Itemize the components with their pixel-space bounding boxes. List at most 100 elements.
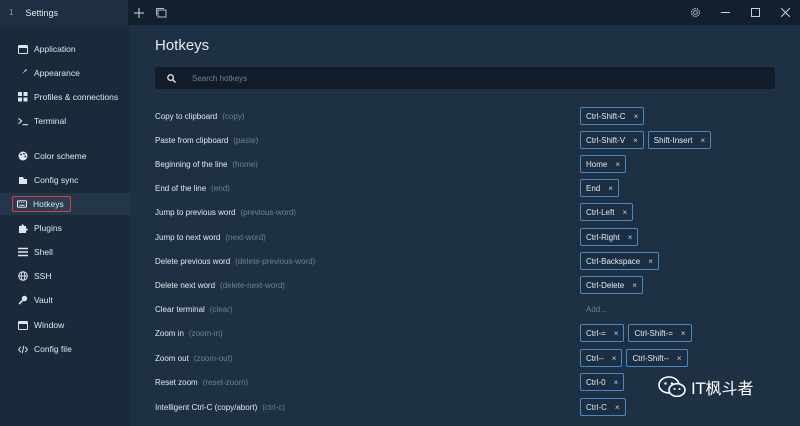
tab-title: Settings [25,7,58,18]
hotkey-bindings: Ctrl-C × [580,397,626,417]
title-bar: 1 Settings [0,0,800,25]
remove-icon[interactable]: × [614,378,619,387]
hotkey-chip[interactable]: Ctrl-Delete × [580,276,643,294]
hotkey-chip[interactable]: Ctrl-- × [580,349,623,367]
hotkey-chip[interactable]: Ctrl-Shift-- × [626,349,688,367]
remove-icon[interactable]: × [615,160,620,169]
keyboard-icon [17,199,27,209]
hotkey-id: (reset-zoom) [202,377,249,387]
settings-sidebar: Application Appearance Profiles & connec… [0,25,130,426]
hotkey-id: (previous-word) [240,207,297,217]
sidebar-item-label: Config file [34,344,72,354]
hotkeys-panel: Hotkeys Copy to clipboard (copy) Ctrl-Sh… [130,25,800,426]
remove-icon[interactable]: × [628,233,633,242]
add-hotkey-button[interactable]: Add... [580,305,607,314]
chip-label: Ctrl-Shift-V [586,135,626,145]
hotkey-bindings: Add... [580,299,607,319]
remove-icon[interactable]: × [681,329,686,338]
sidebar-item-terminal[interactable]: Terminal [0,110,130,132]
search-bar[interactable] [155,67,775,89]
hotkey-chip[interactable]: Ctrl-Shift-C × [580,107,645,125]
sidebar-item-color-scheme[interactable]: Color scheme [0,145,130,167]
page-title: Hotkeys [155,37,210,54]
hotkey-row: Jump to next word (next-word) Ctrl-Right… [155,227,775,247]
hotkey-row: Copy to clipboard (copy) Ctrl-Shift-C × [155,106,775,126]
hotkey-chip[interactable]: Ctrl-Left × [580,203,634,221]
sidebar-item-appearance[interactable]: Appearance [0,62,130,84]
chip-label: Shift-Insert [653,135,693,145]
hotkey-chip[interactable]: Ctrl-Shift-= × [628,324,692,342]
minimize-button[interactable] [710,0,740,25]
hotkey-bindings: Ctrl-Backspace × [580,251,659,271]
hotkey-row: Clear terminal (clear) Add... [155,299,775,319]
sidebar-item-label: Hotkeys [33,199,64,209]
search-input[interactable] [192,73,592,83]
remove-icon[interactable]: × [634,112,639,121]
hotkey-chip[interactable]: Ctrl-= × [580,324,625,342]
chip-label: Ctrl-Shift-- [632,353,669,363]
remove-icon[interactable]: × [615,403,620,412]
hotkey-row: Paste from clipboard (paste) Ctrl-Shift-… [155,130,775,150]
remove-icon[interactable]: × [622,208,627,217]
remove-icon[interactable]: × [677,354,682,363]
hotkey-chip[interactable]: Ctrl-C × [580,398,626,416]
sidebar-item-plugins[interactable]: Plugins [0,217,130,239]
remove-icon[interactable]: × [614,329,619,338]
sidebar-item-profiles[interactable]: Profiles & connections [0,86,130,108]
hotkey-row: Jump to previous word (previous-word) Ct… [155,202,775,222]
sync-icon [18,175,28,185]
hotkey-name: Delete next word [155,280,216,290]
hotkey-name: Clear terminal [155,304,205,314]
remove-icon[interactable]: × [632,281,637,290]
watermark-text: IT枫斗者 [691,379,754,398]
hotkey-name: Delete previous word [155,256,231,266]
hotkey-name: Zoom out [155,353,189,363]
hotkey-name: Reset zoom [155,377,198,387]
sidebar-item-shell[interactable]: Shell [0,241,130,263]
chip-label: Ctrl-Delete [586,280,625,290]
hotkey-name: Zoom in [155,328,184,338]
sidebar-item-application[interactable]: Application [0,38,130,60]
new-tab-button[interactable] [128,0,150,25]
hotkey-chip[interactable]: Ctrl-Backspace × [580,252,659,270]
remove-icon[interactable]: × [700,136,705,145]
hotkey-bindings: End × [580,178,619,198]
hotkey-chip[interactable]: End × [580,179,619,197]
remove-icon[interactable]: × [608,184,613,193]
hotkey-chip[interactable]: Ctrl-Shift-V × [580,131,644,149]
window-icon [18,320,28,330]
hotkey-id: (delete-previous-word) [235,256,316,266]
remove-icon[interactable]: × [633,136,638,145]
sidebar-item-label: Appearance [34,68,80,78]
palette-icon [18,151,28,161]
sidebar-item-config-sync[interactable]: Config sync [0,169,130,191]
list-icon [18,247,28,257]
tabs-menu-button[interactable] [150,0,172,25]
hotkey-id: (zoom-in) [188,328,223,338]
profiles-icon [18,92,28,102]
chip-label: Ctrl-C [586,402,607,412]
tab-number: 1 [9,8,14,17]
hotkey-name: Jump to next word [155,232,221,242]
hotkey-id: (copy) [222,111,245,121]
settings-gear-button[interactable] [680,0,710,25]
sidebar-item-ssh[interactable]: SSH [0,265,130,287]
gear-icon [690,7,700,18]
hotkey-id: (home) [232,159,258,169]
hotkey-chip[interactable]: Shift-Insert × [647,131,712,149]
tab-settings[interactable]: 1 Settings [0,0,128,25]
remove-icon[interactable]: × [648,257,653,266]
close-button[interactable] [770,0,800,25]
sidebar-item-config-file[interactable]: Config file [0,338,130,360]
sidebar-item-vault[interactable]: Vault [0,289,130,311]
maximize-button[interactable] [740,0,770,25]
sidebar-item-label: Vault [34,295,53,305]
hotkey-chip[interactable]: Ctrl-Right × [580,228,639,246]
maximize-icon [750,8,760,17]
chip-label: Ctrl-0 [586,377,606,387]
hotkey-chip[interactable]: Ctrl-0 × [580,373,625,391]
hotkey-chip[interactable]: Home × [580,155,627,173]
sidebar-item-window[interactable]: Window [0,314,130,336]
sidebar-item-hotkeys[interactable]: Hotkeys [0,193,130,215]
remove-icon[interactable]: × [612,354,617,363]
